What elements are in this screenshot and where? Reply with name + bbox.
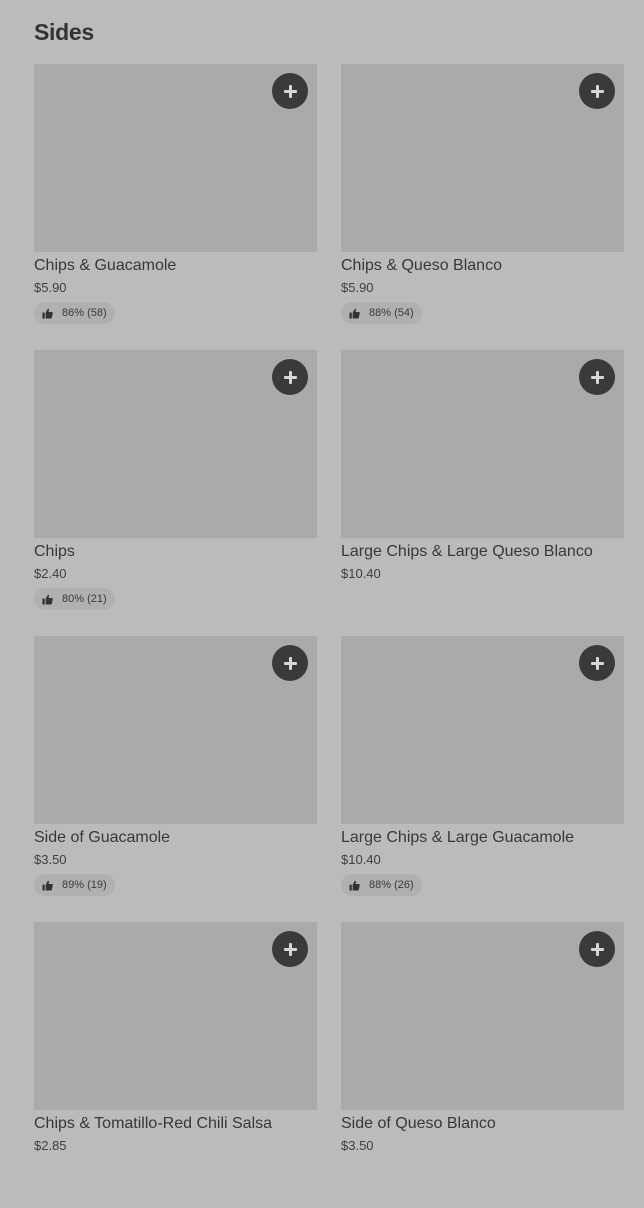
item-name[interactable]: Chips & Queso Blanco bbox=[341, 252, 624, 276]
menu-item-card[interactable]: Chips & Queso Blanco $5.90 88% (54) bbox=[341, 64, 624, 350]
item-price: $5.90 bbox=[341, 280, 374, 295]
item-image[interactable] bbox=[34, 922, 317, 1110]
rating-text: 88% (54) bbox=[369, 307, 414, 319]
item-name[interactable]: Large Chips & Large Guacamole bbox=[341, 824, 624, 848]
add-item-button[interactable] bbox=[579, 645, 615, 681]
menu-item-card[interactable]: Chips & Guacamole $5.90 86% (58) bbox=[34, 64, 317, 350]
plus-icon bbox=[283, 84, 297, 98]
thumbs-up-icon bbox=[349, 880, 360, 891]
rating-text: 86% (58) bbox=[62, 307, 107, 319]
item-price: $3.50 bbox=[34, 852, 67, 867]
rating-text: 89% (19) bbox=[62, 879, 107, 891]
item-image[interactable] bbox=[341, 64, 624, 252]
section-title: Sides bbox=[34, 19, 94, 45]
item-name[interactable]: Chips & Tomatillo-Red Chili Salsa bbox=[34, 1110, 317, 1134]
thumbs-up-icon bbox=[42, 880, 53, 891]
item-price: $2.40 bbox=[34, 566, 67, 581]
menu-item-card[interactable]: Chips & Tomatillo-Red Chili Salsa $2.85 bbox=[34, 922, 317, 1208]
rating-badge: 88% (54) bbox=[341, 302, 422, 324]
plus-icon bbox=[590, 656, 604, 670]
item-image[interactable] bbox=[34, 64, 317, 252]
rating-badge: 86% (58) bbox=[34, 302, 115, 324]
add-item-button[interactable] bbox=[272, 73, 308, 109]
thumbs-up-icon bbox=[42, 594, 53, 605]
plus-icon bbox=[590, 84, 604, 98]
plus-icon bbox=[283, 370, 297, 384]
item-price: $3.50 bbox=[341, 1138, 374, 1153]
item-name[interactable]: Chips & Guacamole bbox=[34, 252, 317, 276]
rating-badge: 80% (21) bbox=[34, 588, 115, 610]
item-image[interactable] bbox=[341, 350, 624, 538]
rating-text: 88% (26) bbox=[369, 879, 414, 891]
item-price: $5.90 bbox=[34, 280, 67, 295]
add-item-button[interactable] bbox=[579, 73, 615, 109]
item-image[interactable] bbox=[341, 636, 624, 824]
plus-icon bbox=[590, 370, 604, 384]
rating-badge: 88% (26) bbox=[341, 874, 422, 896]
add-item-button[interactable] bbox=[272, 931, 308, 967]
item-name[interactable]: Large Chips & Large Queso Blanco bbox=[341, 538, 624, 562]
menu-item-grid: Chips & Guacamole $5.90 86% (58) Chips &… bbox=[34, 64, 624, 1208]
item-image[interactable] bbox=[34, 636, 317, 824]
plus-icon bbox=[590, 942, 604, 956]
rating-badge: 89% (19) bbox=[34, 874, 115, 896]
item-name[interactable]: Side of Queso Blanco bbox=[341, 1110, 624, 1134]
add-item-button[interactable] bbox=[579, 931, 615, 967]
rating-text: 80% (21) bbox=[62, 593, 107, 605]
item-name[interactable]: Chips bbox=[34, 538, 317, 562]
menu-item-card[interactable]: Chips $2.40 80% (21) bbox=[34, 350, 317, 636]
thumbs-up-icon bbox=[42, 308, 53, 319]
plus-icon bbox=[283, 942, 297, 956]
menu-item-card[interactable]: Large Chips & Large Guacamole $10.40 88%… bbox=[341, 636, 624, 922]
item-name[interactable]: Side of Guacamole bbox=[34, 824, 317, 848]
menu-item-card[interactable]: Side of Guacamole $3.50 89% (19) bbox=[34, 636, 317, 922]
add-item-button[interactable] bbox=[272, 359, 308, 395]
add-item-button[interactable] bbox=[579, 359, 615, 395]
menu-item-card[interactable]: Side of Queso Blanco $3.50 bbox=[341, 922, 624, 1208]
item-price: $2.85 bbox=[34, 1138, 67, 1153]
item-price: $10.40 bbox=[341, 852, 381, 867]
item-price: $10.40 bbox=[341, 566, 381, 581]
menu-item-card[interactable]: Large Chips & Large Queso Blanco $10.40 bbox=[341, 350, 624, 636]
item-image[interactable] bbox=[341, 922, 624, 1110]
plus-icon bbox=[283, 656, 297, 670]
item-image[interactable] bbox=[34, 350, 317, 538]
thumbs-up-icon bbox=[349, 308, 360, 319]
add-item-button[interactable] bbox=[272, 645, 308, 681]
